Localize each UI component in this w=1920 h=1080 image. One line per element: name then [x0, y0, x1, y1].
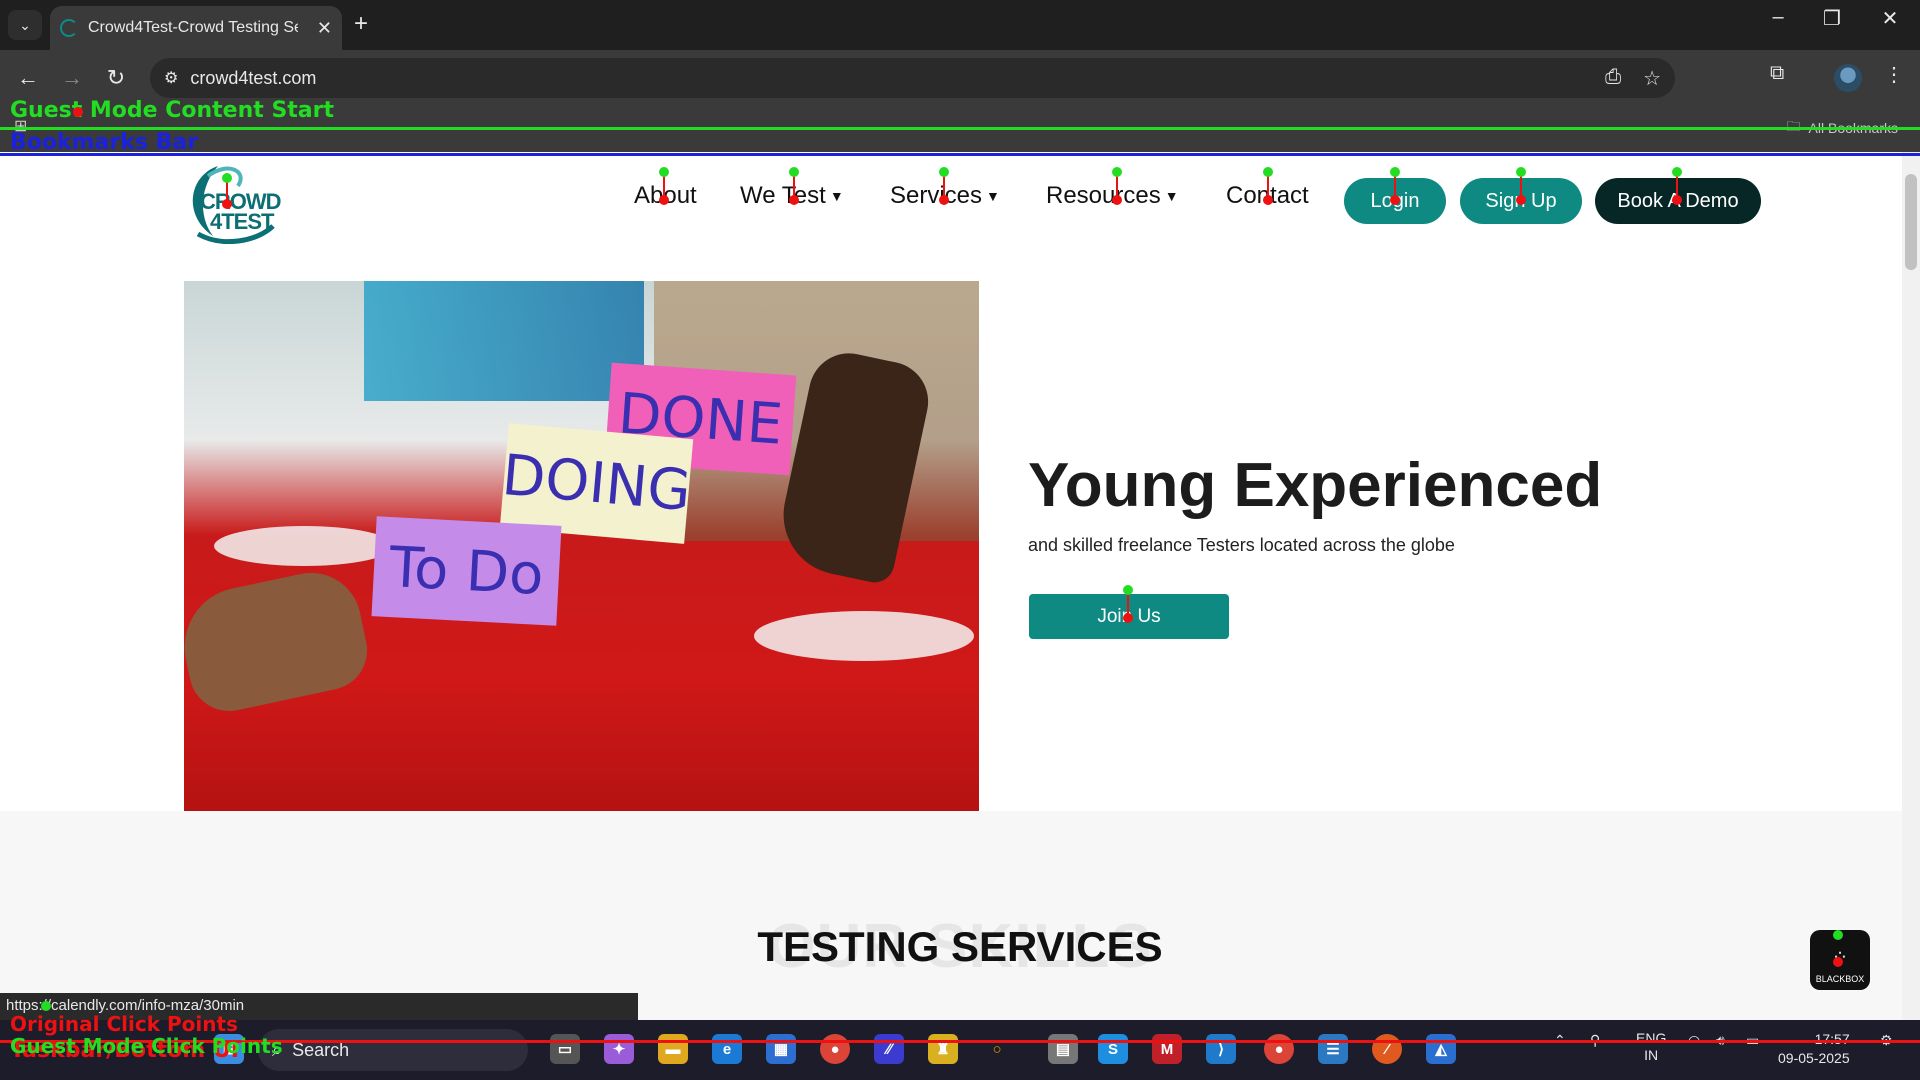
- app-icon[interactable]: ⁄: [1372, 1034, 1402, 1064]
- tab-strip: ⌄ Crowd4Test-Crowd Testing Serv ✕ + – ❐ …: [0, 0, 1920, 50]
- tab-title: Crowd4Test-Crowd Testing Serv: [88, 19, 298, 36]
- chrome-active-icon[interactable]: ●: [1264, 1034, 1294, 1064]
- forward-icon[interactable]: →: [56, 62, 88, 94]
- skills-title: TESTING SERVICES: [757, 923, 1163, 970]
- bookmarks-bar-line: [0, 153, 1920, 156]
- join-us-button[interactable]: Join Us: [1029, 594, 1229, 639]
- install-app-icon[interactable]: ⎙: [1605, 66, 1621, 91]
- nav-about[interactable]: About: [634, 182, 697, 210]
- guest-click-points-label: Guest Mode Click Points: [10, 1034, 283, 1058]
- chrome-icon[interactable]: ●: [820, 1034, 850, 1064]
- web-page: CROWD 4TEST About We Test ▼ Services ▼ Res…: [0, 152, 1920, 1020]
- nav-we-test[interactable]: We Test ▼: [740, 182, 844, 210]
- menu-icon[interactable]: ⋮: [1884, 62, 1904, 87]
- hero-subtitle: and skilled freelance Testers located ac…: [1028, 535, 1455, 555]
- edge-icon[interactable]: e: [712, 1034, 742, 1064]
- lang-line2: IN: [1644, 1047, 1659, 1063]
- blackbox-widget[interactable]: ⁘ BLACKBOX: [1810, 930, 1870, 990]
- signup-button[interactable]: Sign Up: [1460, 178, 1582, 224]
- login-button[interactable]: Login: [1344, 178, 1446, 224]
- reload-icon[interactable]: ↻: [100, 62, 132, 94]
- bg-window: [364, 281, 644, 401]
- restore-icon[interactable]: ❐: [1812, 6, 1852, 31]
- hero-image: DONE DOING To Do: [184, 281, 979, 811]
- chevron-down-icon: ⌄: [19, 16, 31, 33]
- nav-services[interactable]: Services ▼: [890, 182, 1000, 210]
- bg-table: [214, 526, 394, 566]
- taskbar-line: [0, 1040, 1920, 1043]
- original-click-points-label: Original Click Points: [10, 1012, 238, 1036]
- scrollbar-thumb[interactable]: [1905, 174, 1917, 270]
- caret-down-icon: ▼: [986, 188, 1000, 204]
- logo-text: CROWD 4TEST: [200, 191, 282, 234]
- extensions-icon[interactable]: ⧉: [1770, 62, 1784, 85]
- mcafee-icon[interactable]: M: [1152, 1034, 1182, 1064]
- caret-down-icon: ▼: [1164, 188, 1179, 204]
- guest-content-start-label: Guest Mode Content Start: [10, 98, 335, 123]
- logo-line2: 4TEST: [210, 209, 274, 234]
- profile-avatar[interactable]: [1834, 64, 1862, 92]
- nav-resources[interactable]: Resources ▼: [1046, 182, 1179, 210]
- clock[interactable]: 17:57 09-05-2025: [1778, 1030, 1850, 1068]
- blackbox-logo-icon: ⁘: [1831, 947, 1849, 969]
- store-icon[interactable]: ▦: [766, 1034, 796, 1064]
- close-tab-icon[interactable]: ✕: [317, 18, 332, 39]
- tab-search-button[interactable]: ⌄: [8, 10, 42, 40]
- address-url: crowd4test.com: [190, 67, 317, 88]
- book-demo-button[interactable]: Book A Demo: [1595, 178, 1761, 224]
- site-info-icon[interactable]: ⚙: [164, 68, 178, 88]
- taskbar-search[interactable]: ⌕ Search: [258, 1029, 528, 1071]
- vscode-icon[interactable]: ⟩: [1206, 1034, 1236, 1064]
- site-favicon-icon: [60, 19, 78, 37]
- caret-down-icon: ▼: [829, 188, 844, 204]
- sticky-note-todo: To Do: [371, 516, 562, 626]
- nav-resources-label: Resources: [1046, 182, 1161, 209]
- hand-shape: [184, 563, 375, 719]
- skype-icon[interactable]: S: [1098, 1034, 1128, 1064]
- language-indicator[interactable]: ENG IN: [1636, 1030, 1666, 1064]
- nav-about-label: About: [634, 182, 697, 209]
- app-icon[interactable]: ♜: [928, 1034, 958, 1064]
- app-icon[interactable]: ◭: [1426, 1034, 1456, 1064]
- bg-table: [754, 611, 974, 661]
- address-bar[interactable]: ⚙ crowd4test.com ⎙ ☆: [150, 58, 1675, 98]
- page-scrollbar[interactable]: [1902, 152, 1920, 1020]
- file-explorer-icon[interactable]: ▬: [658, 1034, 688, 1064]
- active-tab[interactable]: Crowd4Test-Crowd Testing Serv ✕: [50, 6, 342, 50]
- app-icon[interactable]: ▤: [1048, 1034, 1078, 1064]
- minimize-icon[interactable]: –: [1758, 6, 1798, 29]
- copilot-icon[interactable]: ✦: [604, 1034, 634, 1064]
- lang-line1: ENG: [1636, 1030, 1667, 1046]
- bookmarks-bar-label: Bookmarks Bar: [10, 130, 199, 155]
- blackbox-label: BLACKBOX: [1815, 974, 1865, 984]
- windows-taskbar: ⊞ ⌕ Search ▭ ✦ ▬ e ▦ ● ∕∕ ♜ ○ ▤ S M ⟩ ● …: [0, 1020, 1920, 1080]
- skills-section: OUR SKILLS TESTING SERVICES: [0, 811, 1920, 1020]
- clock-date: 09-05-2025: [1778, 1050, 1850, 1066]
- bookmark-star-icon[interactable]: ☆: [1643, 66, 1661, 91]
- close-window-icon[interactable]: ✕: [1870, 6, 1910, 31]
- app-icon[interactable]: ○: [982, 1034, 1012, 1064]
- hero-title: Young Experienced: [1028, 451, 1603, 520]
- nav-we-test-label: We Test: [740, 182, 826, 209]
- guest-content-start-line: [0, 127, 1920, 130]
- nav-contact[interactable]: Contact: [1226, 182, 1309, 210]
- nav-contact-label: Contact: [1226, 182, 1309, 209]
- nav-services-label: Services: [890, 182, 983, 209]
- new-tab-button[interactable]: +: [354, 10, 368, 38]
- back-icon[interactable]: ←: [12, 62, 44, 94]
- task-view-icon[interactable]: ▭: [550, 1034, 580, 1064]
- notepad-icon[interactable]: ☰: [1318, 1034, 1348, 1064]
- app-icon[interactable]: ∕∕: [874, 1034, 904, 1064]
